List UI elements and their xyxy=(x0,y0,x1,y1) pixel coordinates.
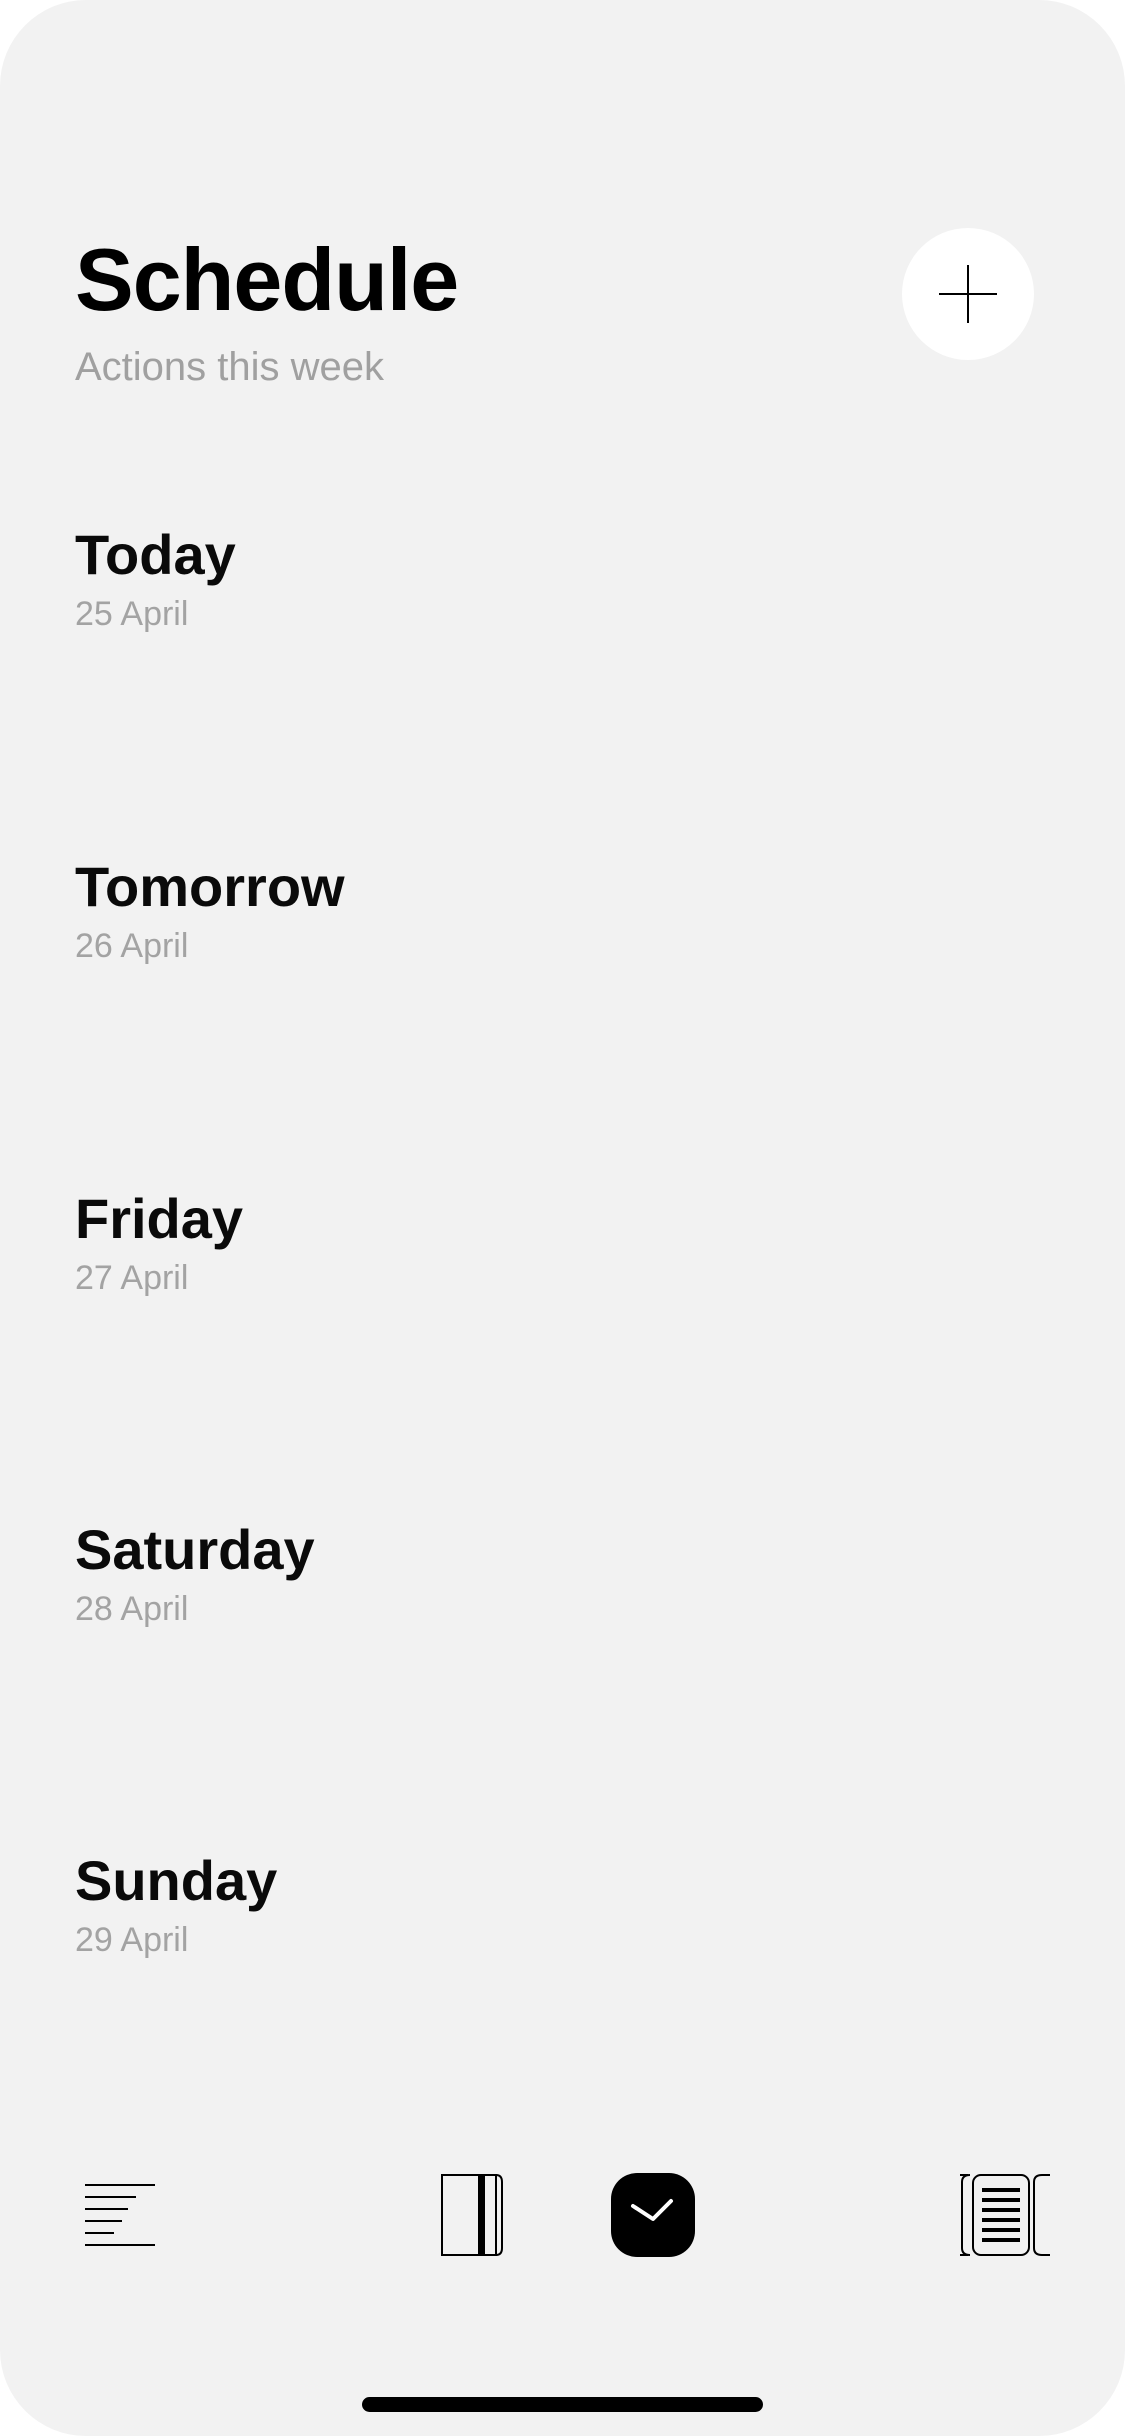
day-date: 26 April xyxy=(75,927,189,965)
tab-document-stack[interactable] xyxy=(955,2160,1055,2270)
day-name: Sunday xyxy=(75,1849,278,1912)
tab-text-lines[interactable] xyxy=(70,2160,170,2270)
clock-icon xyxy=(611,2173,695,2257)
text-lines-icon xyxy=(85,2184,155,2246)
plus-icon xyxy=(939,265,997,323)
day-name: Friday xyxy=(75,1187,244,1250)
day-section-saturday[interactable]: Saturday 28 April xyxy=(75,1518,775,1628)
day-section-tomorrow[interactable]: Tomorrow 26 April xyxy=(75,855,775,965)
add-action-button[interactable] xyxy=(902,228,1034,360)
day-name: Tomorrow xyxy=(75,855,345,918)
tab-bar xyxy=(0,2160,1125,2270)
tab-notebook[interactable] xyxy=(430,2160,514,2270)
tab-clock[interactable] xyxy=(610,2160,696,2270)
day-name: Saturday xyxy=(75,1518,315,1581)
day-date: 29 April xyxy=(75,1921,189,1959)
document-stack-icon xyxy=(960,2174,1050,2256)
notebook-icon xyxy=(441,2174,503,2256)
day-date: 25 April xyxy=(75,595,189,633)
day-section-friday[interactable]: Friday 27 April xyxy=(75,1187,775,1297)
day-name: Today xyxy=(75,523,236,586)
schedule-screen: Schedule Actions this week Today 25 Apri… xyxy=(0,0,1125,2436)
day-date: 28 April xyxy=(75,1590,189,1628)
page-subtitle: Actions this week xyxy=(75,345,385,389)
day-section-today[interactable]: Today 25 April xyxy=(75,523,775,633)
page-title: Schedule xyxy=(75,230,459,329)
day-date: 27 April xyxy=(75,1259,189,1297)
home-indicator[interactable] xyxy=(362,2397,763,2412)
day-section-sunday[interactable]: Sunday 29 April xyxy=(75,1849,775,1959)
